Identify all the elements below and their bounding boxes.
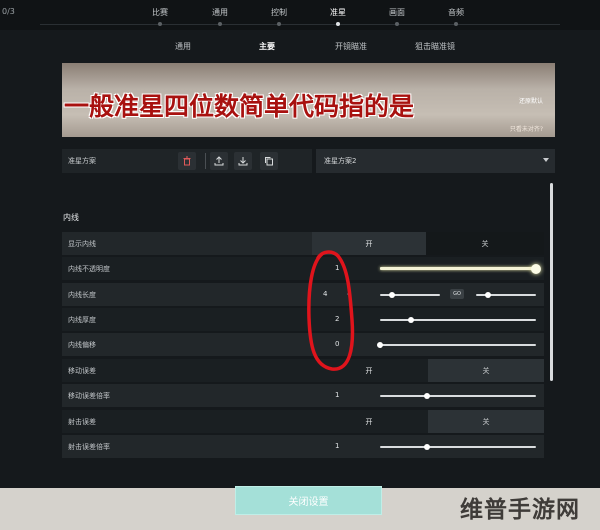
download-preset-button[interactable] [234, 152, 252, 170]
preset-bar: 准星方案 准星方案2 [62, 149, 555, 173]
tab-audio[interactable]: 音频 [448, 7, 464, 18]
setting-value[interactable]: 1 [335, 391, 339, 399]
chevron-down-icon [543, 158, 549, 162]
scrollbar[interactable] [550, 183, 553, 381]
tab-crosshair[interactable]: 准星 [330, 7, 346, 18]
setting-row-firing-error: 射击误差 开 关 [62, 410, 544, 433]
toggle-off-option[interactable]: 关 [428, 359, 544, 382]
movement-multiplier-slider-handle[interactable] [423, 393, 430, 399]
setting-row-show-inner-lines: 显示内线 开 关 [62, 232, 544, 255]
delete-preset-button[interactable] [178, 152, 196, 170]
tab-display[interactable]: 画面 [389, 7, 405, 18]
setting-label: 移动误差倍率 [68, 392, 110, 400]
banner-title: 一般准星四位数简单代码指的是 [64, 92, 415, 121]
subtab-primary[interactable]: 主要 [259, 41, 275, 52]
toggle-on-option[interactable]: 开 [312, 232, 426, 255]
link-values-button[interactable]: GO [450, 289, 464, 299]
top-nav-bar: 0/3 比赛 通用 控制 准星 画面 音频 [0, 0, 600, 30]
setting-row-movement-error: 移动误差 开 关 [62, 359, 544, 382]
setting-value[interactable]: 2 [335, 315, 339, 323]
crosshair-preview-banner: 一般准星四位数简单代码指的是 还原默认 只看未对齐? [62, 63, 555, 137]
setting-row-inner-line-opacity: 内线不透明度 1 [62, 257, 544, 280]
banner-reset-text[interactable]: 还原默认 [519, 96, 543, 105]
thickness-slider-track[interactable] [380, 319, 536, 321]
tab-indicator [158, 22, 162, 26]
subtab-general[interactable]: 通用 [175, 41, 191, 52]
setting-label: 内线长度 [68, 291, 96, 299]
tab-indicator [277, 22, 281, 26]
setting-label: 射击误差倍率 [68, 443, 110, 451]
page-counter: 0/3 [2, 7, 15, 16]
opacity-slider-handle[interactable] [531, 264, 541, 274]
setting-row-inner-line-thickness: 内线厚度 2 [62, 308, 544, 331]
tab-indicator [218, 22, 222, 26]
download-icon [238, 157, 248, 166]
banner-hint-text: 只看未对齐? [509, 126, 543, 133]
preset-label: 准星方案 [68, 157, 96, 165]
setting-value[interactable]: 1 [335, 442, 339, 450]
preset-toolbar: 准星方案 [62, 149, 312, 173]
tab-controls[interactable]: 控制 [271, 7, 287, 18]
setting-row-inner-line-offset: 内线偏移 0 [62, 333, 544, 356]
close-settings-button[interactable]: 关闭设置 [235, 486, 382, 515]
tab-indicator [454, 22, 458, 26]
setting-label: 移动误差 [68, 367, 96, 375]
setting-row-inner-line-length: 内线长度 4 4 GO [62, 283, 544, 306]
setting-label: 内线厚度 [68, 316, 96, 324]
toolbar-divider [205, 153, 206, 169]
tab-indicator-active [336, 22, 340, 26]
subtab-ads[interactable]: 开镜瞄准 [335, 41, 367, 52]
preset-dropdown[interactable]: 准星方案2 [316, 149, 555, 173]
firing-multiplier-slider-track[interactable] [380, 446, 536, 448]
toggle-off-option[interactable]: 关 [428, 410, 544, 433]
movement-multiplier-slider-track[interactable] [380, 395, 536, 397]
tab-match[interactable]: 比赛 [152, 7, 168, 18]
length-a-slider-handle[interactable] [389, 292, 395, 298]
firing-multiplier-slider-handle[interactable] [423, 444, 430, 450]
preset-selected-value: 准星方案2 [324, 157, 357, 165]
setting-value[interactable]: 0 [335, 340, 339, 348]
setting-value-vertical[interactable]: 4 [347, 290, 351, 298]
setting-row-firing-error-multiplier: 射击误差倍率 1 [62, 435, 544, 458]
opacity-slider-track[interactable] [380, 267, 536, 270]
thickness-slider-handle[interactable] [408, 317, 415, 323]
tab-indicator [395, 22, 399, 26]
setting-label: 内线偏移 [68, 341, 96, 349]
toggle-on-option[interactable]: 开 [312, 410, 426, 433]
length-b-slider-handle[interactable] [485, 292, 491, 298]
upload-preset-button[interactable] [210, 152, 228, 170]
toggle-on-option[interactable]: 开 [312, 359, 426, 382]
copy-preset-button[interactable] [260, 152, 278, 170]
offset-slider-track[interactable] [380, 344, 536, 346]
tab-general[interactable]: 通用 [212, 7, 228, 18]
setting-row-movement-error-multiplier: 移动误差倍率 1 [62, 384, 544, 407]
setting-label: 显示内线 [68, 240, 96, 248]
subtab-sniper-scope[interactable]: 狙击瞄准镜 [415, 41, 455, 52]
offset-slider-handle[interactable] [377, 342, 383, 348]
section-title-inner-lines: 内线 [63, 213, 79, 222]
site-watermark: 维普手游网 [460, 497, 580, 523]
setting-label: 内线不透明度 [68, 265, 110, 273]
setting-value[interactable]: 1 [335, 264, 339, 272]
tab-track-line [40, 24, 560, 25]
setting-label: 射击误差 [68, 418, 96, 426]
upload-icon [214, 156, 224, 166]
trash-icon [183, 156, 191, 166]
copy-icon [265, 157, 273, 166]
setting-value-horizontal[interactable]: 4 [323, 290, 327, 298]
toggle-off-option[interactable]: 关 [426, 232, 544, 255]
